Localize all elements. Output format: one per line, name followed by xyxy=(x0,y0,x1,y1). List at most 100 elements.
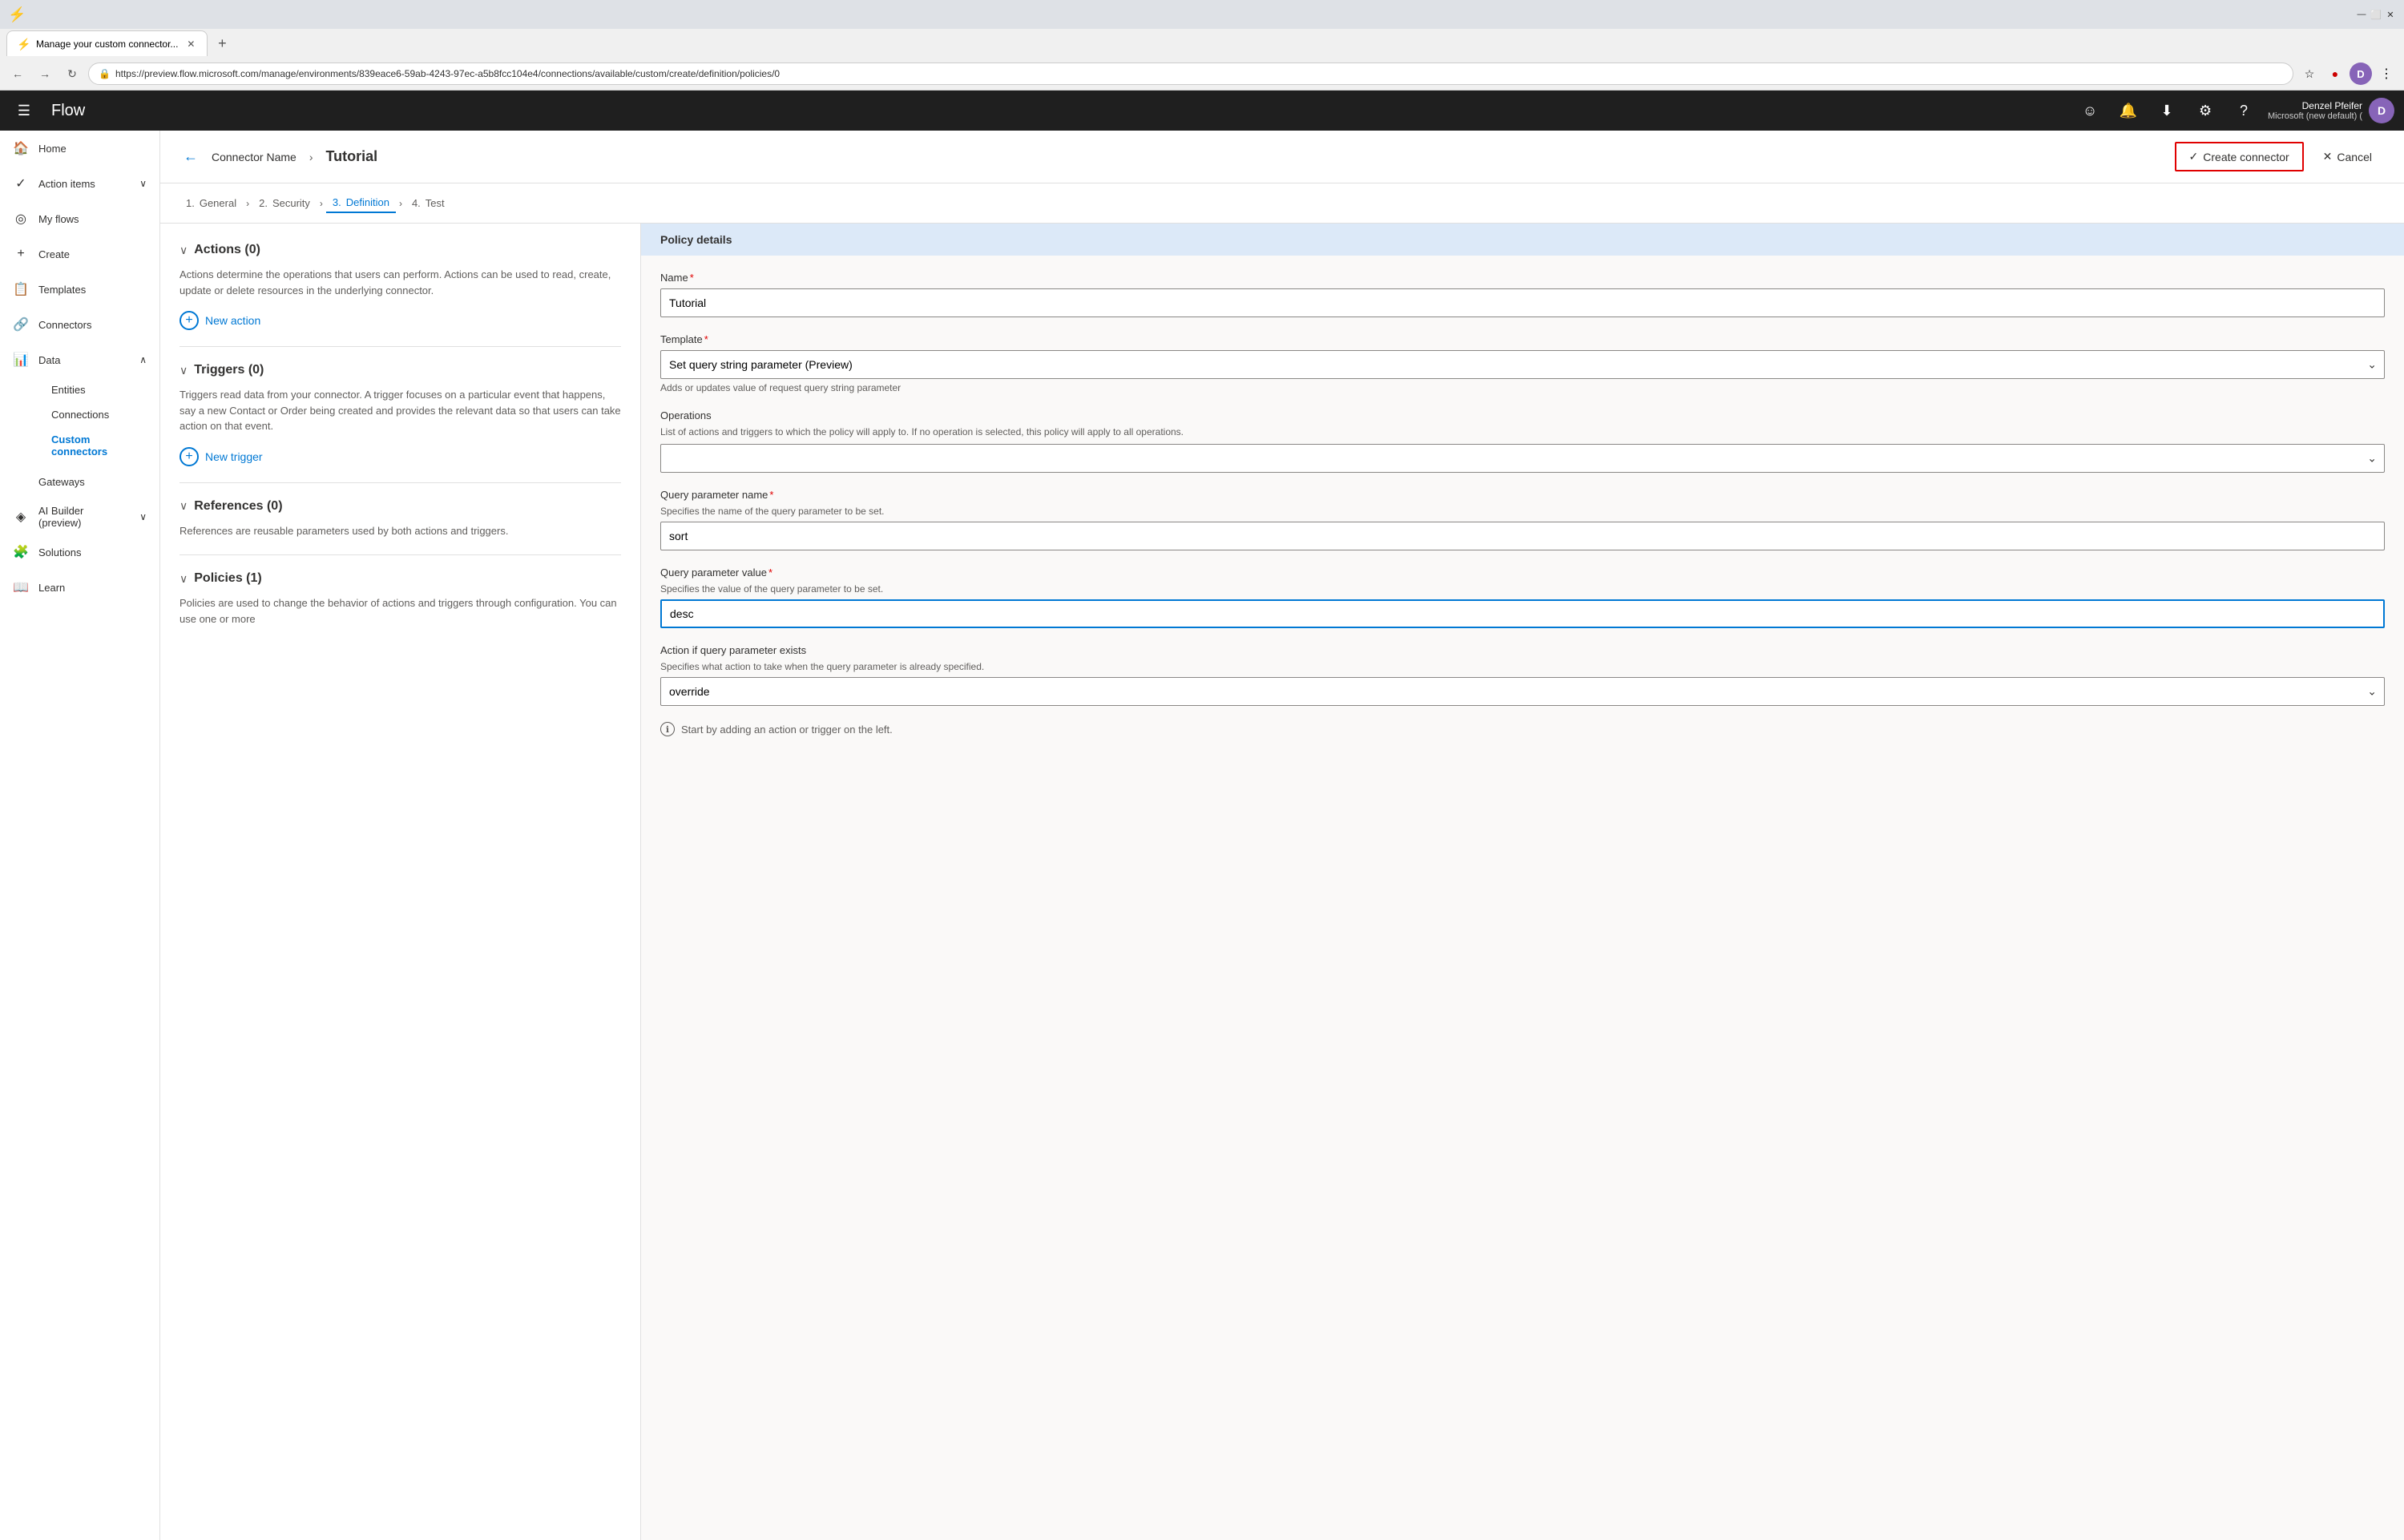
sidebar-label-home: Home xyxy=(38,143,67,155)
learn-icon: 📖 xyxy=(13,579,29,595)
emoji-icon[interactable]: ☺ xyxy=(2075,96,2104,125)
step-1-label: General xyxy=(200,197,236,209)
new-action-button[interactable]: + New action xyxy=(179,311,260,330)
sidebar-label-gateways: Gateways xyxy=(13,476,85,488)
wizard-step-security[interactable]: 2. Security xyxy=(252,194,317,212)
sidebar-item-my-flows[interactable]: ◎ My flows xyxy=(0,201,159,236)
create-connector-label: Create connector xyxy=(2203,151,2289,163)
bell-icon[interactable]: 🔔 xyxy=(2114,96,2143,125)
download-icon[interactable]: ⬇ xyxy=(2152,96,2181,125)
minimize-button[interactable]: — xyxy=(2356,9,2367,20)
main-layout: 🏠 Home ✓ Action items ∨ ◎ My flows + Cre… xyxy=(0,131,2404,1540)
sidebar-label-learn: Learn xyxy=(38,582,65,594)
app-container: ☰ Flow ☺ 🔔 ⬇ ⚙ ? Denzel Pfeifer Microsof… xyxy=(0,91,2404,1540)
refresh-nav-button[interactable]: ↻ xyxy=(61,62,83,85)
step-1-num: 1. xyxy=(186,197,195,209)
template-select[interactable]: Set query string parameter (Preview) xyxy=(660,350,2385,379)
new-action-label: New action xyxy=(205,314,260,327)
panel-layout: ∨ Actions (0) Actions determine the oper… xyxy=(160,224,2404,1540)
window-controls: — ⬜ ✕ xyxy=(2356,9,2396,20)
sidebar-item-data[interactable]: 📊 Data ∧ xyxy=(0,342,159,377)
step-4-label: Test xyxy=(426,197,445,209)
address-bar: ← → ↻ 🔒 https://preview.flow.microsoft.c… xyxy=(0,58,2404,90)
new-trigger-label: New trigger xyxy=(205,450,263,463)
maximize-button[interactable]: ⬜ xyxy=(2370,9,2382,20)
new-action-plus-icon: + xyxy=(179,311,199,330)
hamburger-button[interactable]: ☰ xyxy=(10,96,38,125)
back-nav-button[interactable]: ← xyxy=(6,62,29,85)
sidebar-item-create[interactable]: + Create xyxy=(0,236,159,272)
wizard-arrow-1: › xyxy=(246,198,249,209)
app-header: ☰ Flow ☺ 🔔 ⬇ ⚙ ? Denzel Pfeifer Microsof… xyxy=(0,91,2404,131)
help-icon[interactable]: ? xyxy=(2229,96,2258,125)
template-field-group: Template* Set query string parameter (Pr… xyxy=(660,333,2385,393)
user-name: Denzel Pfeifer xyxy=(2268,100,2362,111)
connector-name: Connector Name xyxy=(212,151,296,163)
cancel-label: Cancel xyxy=(2337,151,2372,163)
wizard-steps: 1. General › 2. Security › 3. Definition… xyxy=(160,183,2404,224)
triggers-collapse-icon[interactable]: ∨ xyxy=(179,364,188,377)
app-logo: Flow xyxy=(51,102,85,120)
tab-bar: ⚡ Manage your custom connector... ✕ + xyxy=(0,29,2404,58)
wizard-step-definition[interactable]: 3. Definition xyxy=(326,193,396,213)
ai-builder-icon: ◈ xyxy=(13,509,29,525)
solutions-icon: 🧩 xyxy=(13,544,29,560)
new-trigger-button[interactable]: + New trigger xyxy=(179,447,263,466)
url-input[interactable]: 🔒 https://preview.flow.microsoft.com/man… xyxy=(88,62,2293,85)
header-actions: ✓ Create connector ✕ Cancel xyxy=(2175,142,2385,171)
back-button[interactable]: ← xyxy=(179,146,202,168)
settings-icon[interactable]: ⚙ xyxy=(2191,96,2220,125)
sidebar-item-solutions[interactable]: 🧩 Solutions xyxy=(0,534,159,570)
star-icon[interactable]: ☆ xyxy=(2298,62,2321,85)
step-2-num: 2. xyxy=(259,197,268,209)
action-if-exists-select[interactable]: override xyxy=(660,677,2385,706)
more-options-icon[interactable]: ⋮ xyxy=(2375,62,2398,85)
tab-close-icon[interactable]: ✕ xyxy=(184,38,197,50)
tab-label: Manage your custom connector... xyxy=(36,38,178,50)
references-divider xyxy=(179,554,621,555)
sidebar-item-entities[interactable]: Entities xyxy=(38,377,159,402)
operations-select[interactable] xyxy=(660,444,2385,473)
home-icon: 🏠 xyxy=(13,140,29,156)
wizard-step-test[interactable]: 4. Test xyxy=(405,194,451,212)
sidebar-item-ai-builder[interactable]: ◈ AI Builder(preview) ∨ xyxy=(0,499,159,534)
query-param-value-required: * xyxy=(768,566,772,579)
active-tab[interactable]: ⚡ Manage your custom connector... ✕ xyxy=(6,30,208,56)
references-collapse-icon[interactable]: ∨ xyxy=(179,499,188,513)
connector-title: Tutorial xyxy=(326,148,378,165)
sidebar-item-learn[interactable]: 📖 Learn xyxy=(0,570,159,605)
step-4-num: 4. xyxy=(412,197,421,209)
bottom-hint-text: Start by adding an action or trigger on … xyxy=(681,724,893,736)
sidebar-item-templates[interactable]: 📋 Templates xyxy=(0,272,159,307)
query-param-name-group: Query parameter name* Specifies the name… xyxy=(660,489,2385,550)
close-button[interactable]: ✕ xyxy=(2385,9,2396,20)
query-param-value-input[interactable] xyxy=(660,599,2385,628)
user-avatar[interactable]: D xyxy=(2369,98,2394,123)
query-param-value-label: Query parameter value* xyxy=(660,566,2385,579)
sidebar-item-home[interactable]: 🏠 Home xyxy=(0,131,159,166)
cancel-button[interactable]: ✕ Cancel xyxy=(2310,143,2385,170)
step-3-num: 3. xyxy=(333,196,341,208)
query-param-name-input[interactable] xyxy=(660,522,2385,550)
extension-icon-1[interactable]: ● xyxy=(2324,62,2346,85)
action-items-icon: ✓ xyxy=(13,175,29,191)
cancel-close-icon: ✕ xyxy=(2323,150,2333,163)
sidebar-item-action-items[interactable]: ✓ Action items ∨ xyxy=(0,166,159,201)
forward-nav-button[interactable]: → xyxy=(34,62,56,85)
sidebar-item-gateways[interactable]: Gateways xyxy=(0,464,159,499)
policies-section-header: ∨ Policies (1) xyxy=(179,571,621,586)
operations-hint: List of actions and triggers to which th… xyxy=(660,426,2385,437)
policies-collapse-icon[interactable]: ∨ xyxy=(179,572,188,586)
sidebar-item-connections[interactable]: Connections xyxy=(38,402,159,427)
sidebar: 🏠 Home ✓ Action items ∨ ◎ My flows + Cre… xyxy=(0,131,160,1540)
wizard-step-general[interactable]: 1. General xyxy=(179,194,243,212)
new-tab-button[interactable]: + xyxy=(211,32,233,54)
create-connector-button[interactable]: ✓ Create connector xyxy=(2175,142,2304,171)
extension-icon-2[interactable]: D xyxy=(2350,62,2372,85)
sidebar-item-connectors[interactable]: 🔗 Connectors xyxy=(0,307,159,342)
actions-collapse-icon[interactable]: ∨ xyxy=(179,244,188,257)
create-icon: + xyxy=(13,246,29,262)
content-area: ← Connector Name › Tutorial ✓ Create con… xyxy=(160,131,2404,1540)
name-input[interactable] xyxy=(660,288,2385,317)
sidebar-item-custom-connectors[interactable]: Custom connectors xyxy=(38,427,159,464)
